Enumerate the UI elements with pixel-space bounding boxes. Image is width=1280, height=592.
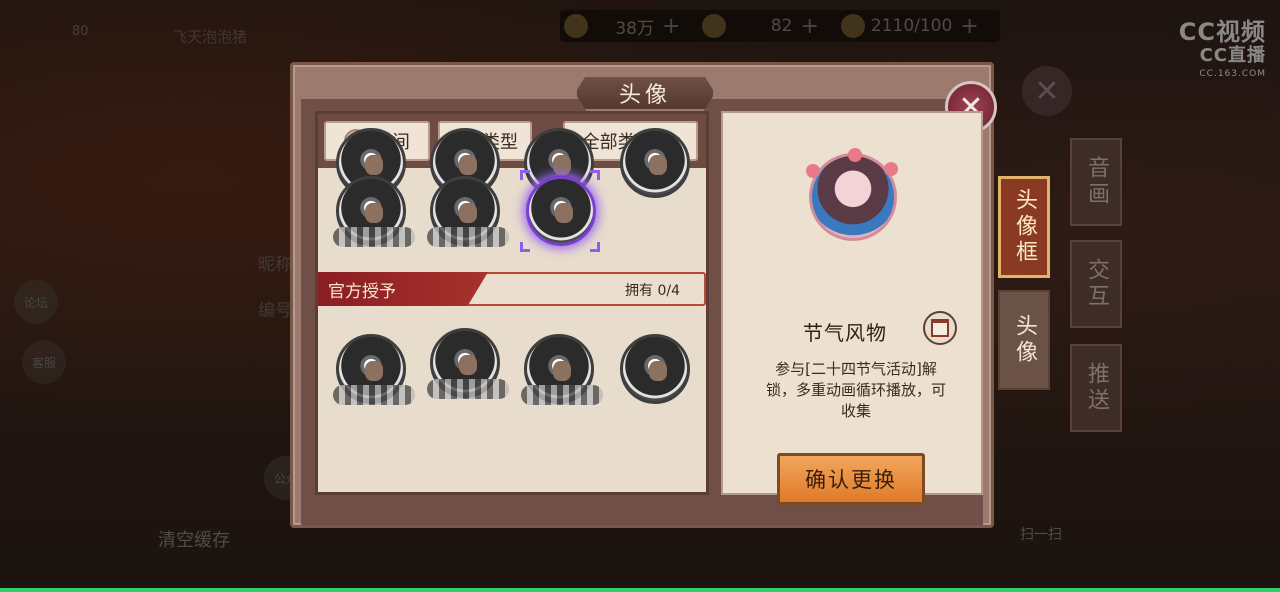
selection-corner — [590, 242, 600, 252]
frame-grid: 官方授予 拥有 0/4 — [318, 128, 706, 492]
section-title: 官方授予 — [318, 272, 488, 306]
frame-item-selected[interactable] — [526, 176, 596, 246]
tab-push[interactable]: 推送 — [1070, 344, 1122, 432]
tab-avatar[interactable]: 头像 — [998, 290, 1050, 390]
frame-row — [318, 170, 706, 256]
frame-item[interactable] — [427, 328, 509, 399]
selection-corner — [590, 170, 600, 180]
frame-item[interactable] — [427, 176, 509, 247]
frame-row — [318, 328, 706, 414]
tab-avatar-frame[interactable]: 头像框 — [998, 176, 1050, 278]
tab-audio-visual[interactable]: 音画 — [1070, 138, 1122, 226]
selection-corner — [520, 170, 530, 180]
frame-item[interactable] — [333, 334, 415, 405]
dialog-title: 头像 — [618, 83, 671, 108]
frame-name: 节气风物 — [803, 321, 887, 345]
selection-corner — [520, 242, 530, 252]
frame-item[interactable] — [521, 334, 603, 405]
frame-item[interactable] — [620, 334, 690, 404]
frame-preview — [806, 148, 898, 241]
calendar-icon[interactable] — [923, 311, 957, 345]
avatar-dialog: 头像 ✕ 时间 ✓ 类型 全部类别 — [290, 62, 997, 528]
frame-detail-pane: 节气风物 参与[二十四节气活动]解锁，多重动画循环播放，可收集 确认更换 — [721, 111, 983, 505]
frame-description: 参与[二十四节气活动]解锁，多重动画循环播放，可收集 — [765, 360, 946, 420]
frame-item[interactable] — [333, 176, 415, 247]
dialog-title-plate: 头像 — [575, 75, 715, 111]
blossom-decoration — [806, 164, 820, 178]
section-header: 官方授予 拥有 0/4 — [318, 272, 706, 306]
video-progress-line — [0, 588, 1280, 592]
blossom-decoration — [884, 162, 898, 176]
tab-interaction[interactable]: 交互 — [1070, 240, 1122, 328]
frame-list-pane: 时间 ✓ 类型 全部类别 — [315, 111, 709, 495]
blossom-decoration — [848, 148, 862, 162]
confirm-change-button[interactable]: 确认更换 — [777, 453, 925, 505]
owned-count: 拥有 0/4 — [625, 283, 680, 299]
